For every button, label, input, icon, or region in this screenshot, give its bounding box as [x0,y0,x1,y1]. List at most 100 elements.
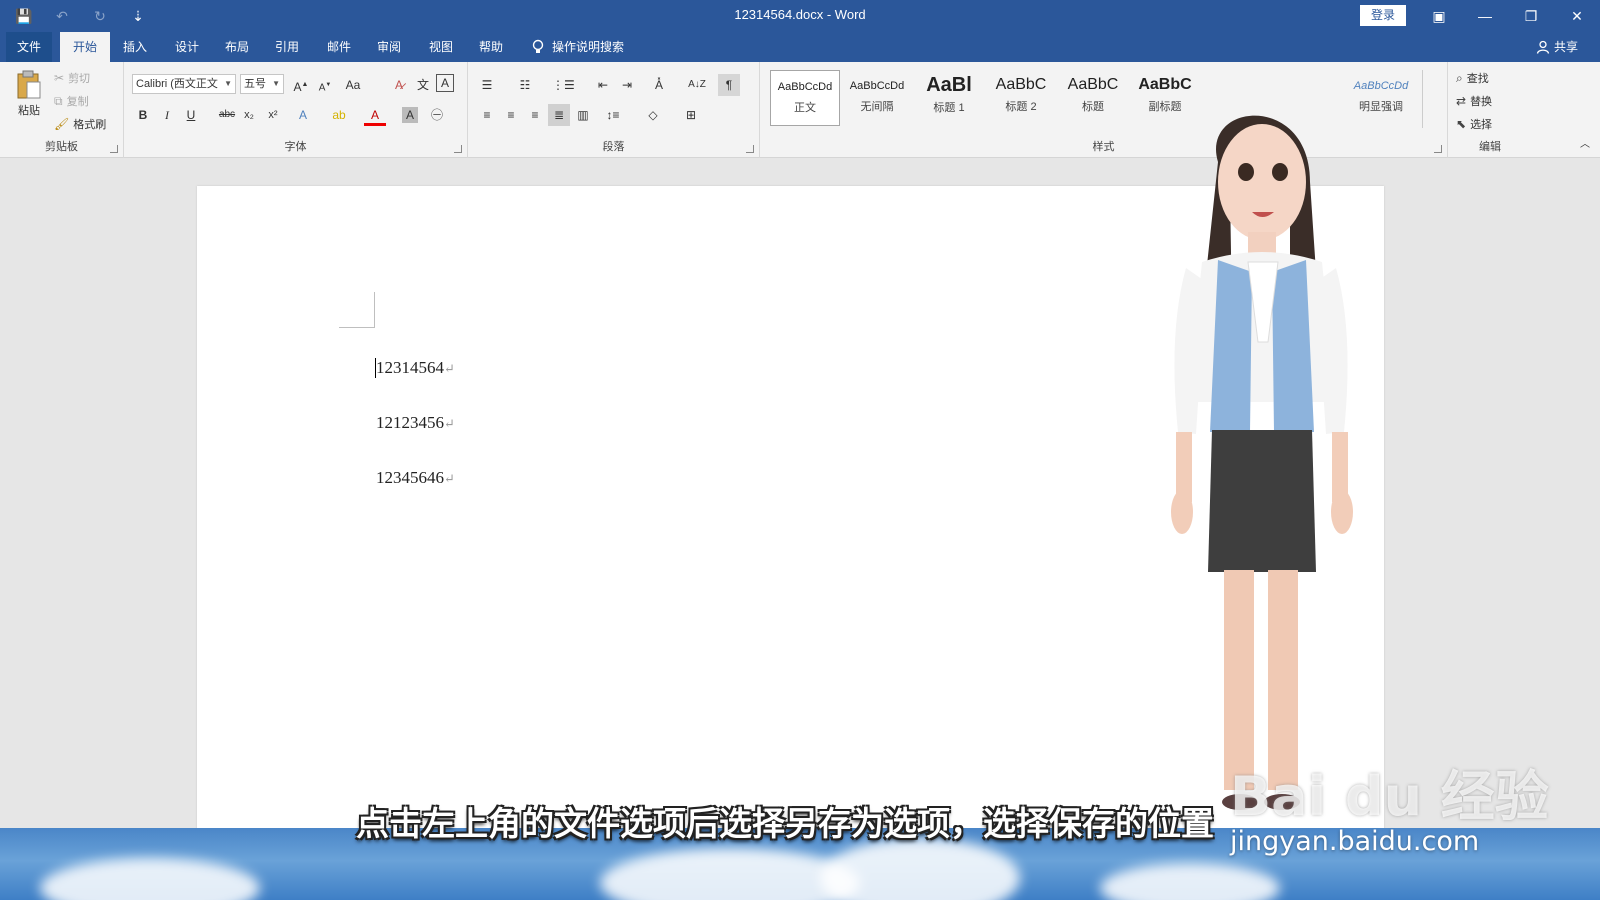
collapse-ribbon-icon[interactable]: ︿ [1574,134,1596,156]
format-painter-button[interactable]: 🖌 格式刷 [54,116,106,132]
font-color-icon[interactable]: A [364,104,386,126]
select-label: 选择 [1470,119,1493,131]
justify-icon[interactable]: ≣ [548,104,570,126]
style-name: 正文 [794,102,816,114]
grow-font-icon[interactable]: A▲ [290,74,312,96]
person-icon [1536,40,1550,54]
multilevel-list-icon[interactable]: ⋮☰ [552,74,575,96]
text-effects-icon[interactable]: A [292,104,314,126]
phonetic-guide-icon[interactable]: 文 [412,74,434,96]
character-shading-icon[interactable]: A [402,107,418,123]
style-sample: AaBl [926,74,972,96]
paste-label: 粘贴 [18,105,40,117]
paragraph-group: ☰ ☷ ⋮☰ ⇤ ⇥ A̽ A↓Z ¶ ≡ ≡ ≡ ≣ ▥ ↕≡ ◇ ⊞ 段落 [468,62,760,158]
bullets-icon[interactable]: ☰ [476,74,498,96]
strikethrough-icon[interactable]: abc [216,104,238,126]
font-name-combo[interactable]: Calibri (西文正文 ▼ [132,74,236,94]
margin-marker [339,292,375,328]
tab-view[interactable]: 视图 [418,32,464,62]
tab-design[interactable]: 设计 [164,32,210,62]
tab-review[interactable]: 审阅 [366,32,412,62]
clipboard-group-label: 剪贴板 [45,141,78,153]
highlight-icon[interactable]: ab [328,104,350,126]
style-name: 无间隔 [860,101,894,113]
style-name: 标题 [1082,101,1104,113]
paragraph-mark: ↵ [444,361,455,376]
copy-button[interactable]: ⧉ 复制 [54,93,89,109]
editing-group: ⌕ 查找 ⇄ 替换 ⬉ 选择 编辑 [1448,62,1532,158]
numbering-icon[interactable]: ☷ [514,74,536,96]
underline-icon[interactable]: U [180,104,202,126]
title-bar: 💾 ↶ ↻ ⇣ 12314564.docx - Word 登录 ▣ — ❐ ✕ [0,0,1600,32]
tab-references[interactable]: 引用 [264,32,310,62]
document-line[interactable]: 12314564↵ [376,358,455,378]
style-title[interactable]: AaBbC 标题 [1058,70,1128,126]
bold-icon[interactable]: B [132,104,154,126]
tab-layout[interactable]: 布局 [214,32,260,62]
tab-mailings[interactable]: 邮件 [316,32,362,62]
align-right-icon[interactable]: ≡ [524,104,546,126]
increase-indent-icon[interactable]: ⇥ [616,74,638,96]
shading-icon[interactable]: ◇ [642,104,664,126]
cut-button[interactable]: ✂ 剪切 [54,70,90,86]
show-paragraph-marks-icon[interactable]: ¶ [718,74,740,96]
shrink-font-icon[interactable]: A▼ [314,74,336,96]
align-left-icon[interactable]: ≡ [476,104,498,126]
select-button[interactable]: ⬉ 选择 [1456,116,1492,132]
decrease-indent-icon[interactable]: ⇤ [592,74,614,96]
sort-icon[interactable]: A↓Z [686,74,708,96]
clear-format-icon[interactable]: A̷ [388,74,410,96]
align-center-icon[interactable]: ≡ [500,104,522,126]
minimize-button[interactable]: — [1470,4,1500,28]
baidu-watermark-logo: Bai du 经验 [1230,765,1549,828]
ribbon-display-options-icon[interactable]: ▣ [1424,4,1454,28]
character-border-icon[interactable]: A [436,74,454,92]
tell-me-search[interactable]: 操作说明搜索 [532,32,624,62]
change-case-icon[interactable]: Aa [342,74,364,96]
subscript-icon[interactable]: x₂ [238,104,260,126]
italic-icon[interactable]: I [156,104,178,126]
font-group-label: 字体 [284,141,307,153]
font-size-combo[interactable]: 五号 ▼ [240,74,284,94]
tab-home[interactable]: 开始 [60,32,110,62]
presenter-avatar [1171,115,1353,810]
style-no-spacing[interactable]: AaBbCcDd 无间隔 [842,70,912,126]
style-normal[interactable]: AaBbCcDd 正文 [770,70,840,126]
enclose-characters-icon[interactable]: ㊀ [426,104,448,126]
find-button[interactable]: ⌕ 查找 [1456,70,1489,86]
restore-button[interactable]: ❐ [1516,4,1546,28]
document-line[interactable]: 12345646↵ [376,468,455,488]
chinese-layout-icon[interactable]: A̽ [648,74,670,96]
tab-help[interactable]: 帮助 [468,32,514,62]
line-spacing-icon[interactable]: ↕≡ [602,104,624,126]
paragraph-launcher-icon[interactable] [746,145,754,153]
borders-icon[interactable]: ⊞ [680,104,702,126]
font-launcher-icon[interactable] [454,145,462,153]
style-heading-1[interactable]: AaBl 标题 1 [914,70,984,126]
distributed-icon[interactable]: ▥ [572,104,594,126]
line-text: 12314564 [376,358,444,377]
chevron-down-icon: ▼ [272,79,280,88]
format-painter-label: 格式刷 [73,119,107,131]
login-button[interactable]: 登录 [1360,5,1406,26]
styles-gallery-scrollbar[interactable] [1422,70,1434,128]
replace-button[interactable]: ⇄ 替换 [1456,93,1492,109]
paragraph-group-label: 段落 [602,141,625,153]
style-heading-2[interactable]: AaBbC 标题 2 [986,70,1056,126]
style-sample: AaBbC [1067,76,1119,93]
clipboard-launcher-icon[interactable] [110,145,118,153]
paste-button[interactable]: 粘贴 [14,70,44,118]
share-button[interactable]: 共享 [1536,32,1578,62]
close-button[interactable]: ✕ [1562,4,1592,28]
superscript-icon[interactable]: x² [262,104,284,126]
cut-label: 剪切 [68,73,91,85]
document-line[interactable]: 12123456↵ [376,413,455,433]
tab-file[interactable]: 文件 [6,32,52,62]
lightbulb-icon [532,39,544,53]
copy-icon: ⧉ [54,93,63,108]
ribbon-tabs: 文件 开始 插入 设计 布局 引用 邮件 审阅 视图 帮助 操作说明搜索 共享 [0,32,1600,62]
search-icon: ⌕ [1456,70,1463,85]
styles-launcher-icon[interactable] [1434,145,1442,153]
replace-icon: ⇄ [1456,94,1467,108]
tab-insert[interactable]: 插入 [112,32,158,62]
